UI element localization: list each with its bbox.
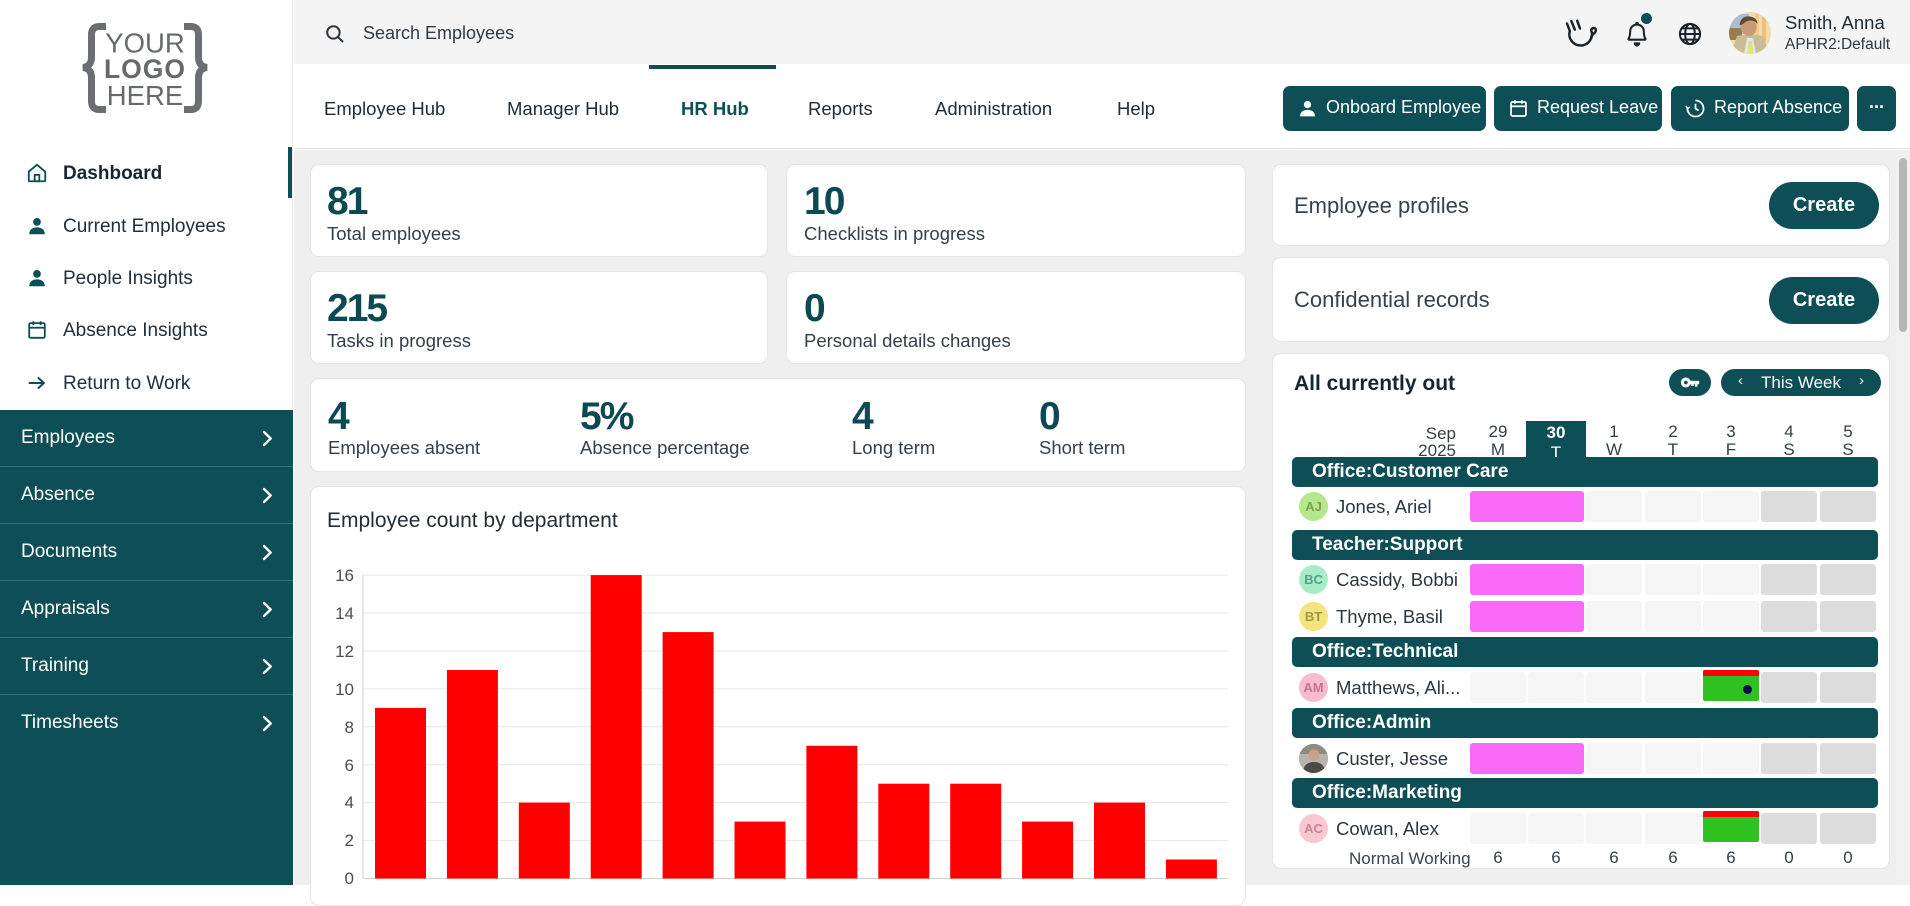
svg-text:8: 8: [345, 718, 354, 737]
svg-text:14: 14: [335, 604, 354, 623]
svg-text:2: 2: [345, 831, 354, 850]
svg-text:0: 0: [345, 869, 354, 888]
svg-text:16: 16: [335, 566, 354, 585]
svg-text:12: 12: [335, 642, 354, 661]
svg-text:HERE: HERE: [107, 80, 183, 111]
svg-text:6: 6: [345, 756, 354, 775]
svg-text:4: 4: [345, 793, 354, 812]
svg-text:10: 10: [335, 680, 354, 699]
